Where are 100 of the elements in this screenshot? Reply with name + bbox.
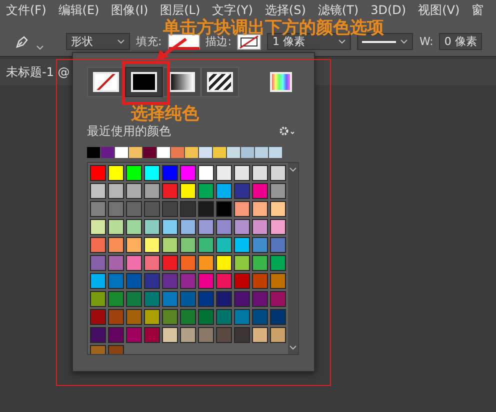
color-swatch[interactable] xyxy=(234,291,250,307)
color-swatch[interactable] xyxy=(108,201,124,217)
recent-swatch[interactable] xyxy=(255,147,268,158)
color-swatch[interactable] xyxy=(198,165,214,181)
color-swatch[interactable] xyxy=(252,327,268,343)
color-swatch[interactable] xyxy=(198,201,214,217)
color-swatch[interactable] xyxy=(216,273,232,289)
color-swatch[interactable] xyxy=(252,291,268,307)
recent-swatch[interactable] xyxy=(199,147,212,158)
recent-swatch[interactable] xyxy=(157,147,170,158)
color-swatch[interactable] xyxy=(108,327,124,343)
gear-icon[interactable] xyxy=(279,126,295,136)
stroke-swatch[interactable] xyxy=(237,34,262,50)
shape-mode-dropdown[interactable]: 形状 xyxy=(66,33,130,50)
color-swatch[interactable] xyxy=(198,291,214,307)
recent-swatch[interactable] xyxy=(227,147,240,158)
color-swatch[interactable] xyxy=(108,255,124,271)
recent-swatch[interactable] xyxy=(213,147,226,158)
color-swatch[interactable] xyxy=(252,165,268,181)
color-swatch[interactable] xyxy=(180,183,196,199)
color-swatch[interactable] xyxy=(108,309,124,325)
color-swatch[interactable] xyxy=(162,327,178,343)
recent-swatch[interactable] xyxy=(241,147,254,158)
color-swatch[interactable] xyxy=(198,255,214,271)
color-swatch[interactable] xyxy=(270,255,286,271)
document-tab[interactable]: 未标题-1 @ xyxy=(6,64,70,80)
color-swatch[interactable] xyxy=(126,201,142,217)
color-swatch[interactable] xyxy=(90,273,106,289)
color-swatch[interactable] xyxy=(90,201,106,217)
color-swatch[interactable] xyxy=(126,327,142,343)
color-swatch[interactable] xyxy=(180,255,196,271)
color-swatch[interactable] xyxy=(180,291,196,307)
color-swatch[interactable] xyxy=(216,237,232,253)
color-swatch[interactable] xyxy=(126,273,142,289)
color-swatch[interactable] xyxy=(144,291,160,307)
color-swatch[interactable] xyxy=(198,309,214,325)
color-swatch[interactable] xyxy=(252,183,268,199)
color-swatch[interactable] xyxy=(198,183,214,199)
menu-item[interactable]: 图层(L) xyxy=(160,4,200,16)
recent-swatch[interactable] xyxy=(143,147,156,158)
fill-type-button[interactable] xyxy=(125,67,163,97)
color-swatch[interactable] xyxy=(252,201,268,217)
color-swatch[interactable] xyxy=(234,183,250,199)
color-swatch[interactable] xyxy=(90,255,106,271)
color-swatch[interactable] xyxy=(162,201,178,217)
color-swatch[interactable] xyxy=(216,201,232,217)
color-swatch[interactable] xyxy=(90,291,106,307)
color-swatch[interactable] xyxy=(270,219,286,235)
color-swatch[interactable] xyxy=(198,327,214,343)
color-swatch[interactable] xyxy=(108,273,124,289)
color-swatch[interactable] xyxy=(270,273,286,289)
color-swatch[interactable] xyxy=(234,255,250,271)
color-swatch[interactable] xyxy=(90,327,106,343)
color-swatch[interactable] xyxy=(126,219,142,235)
color-swatch[interactable] xyxy=(198,273,214,289)
menu-item[interactable]: 编辑(E) xyxy=(58,4,100,16)
color-swatch[interactable] xyxy=(180,219,196,235)
menu-item[interactable]: 3D(D) xyxy=(370,4,406,16)
color-swatch[interactable] xyxy=(180,165,196,181)
scrollbar[interactable] xyxy=(288,163,298,354)
color-swatch[interactable] xyxy=(216,327,232,343)
color-swatch[interactable] xyxy=(216,183,232,199)
color-swatch[interactable] xyxy=(234,201,250,217)
color-swatch[interactable] xyxy=(216,255,232,271)
color-swatch[interactable] xyxy=(162,273,178,289)
color-swatch[interactable] xyxy=(162,309,178,325)
color-swatch[interactable] xyxy=(162,237,178,253)
color-swatch[interactable] xyxy=(144,255,160,271)
color-swatch[interactable] xyxy=(90,165,106,181)
menu-item[interactable]: 选择(S) xyxy=(264,4,306,16)
color-swatch[interactable] xyxy=(270,165,286,181)
color-swatch[interactable] xyxy=(126,291,142,307)
color-swatch[interactable] xyxy=(180,309,196,325)
color-swatch[interactable] xyxy=(216,165,232,181)
width-field[interactable]: 0 像素 xyxy=(439,33,482,50)
color-swatch[interactable] xyxy=(144,237,160,253)
color-swatch[interactable] xyxy=(180,201,196,217)
color-swatch[interactable] xyxy=(144,273,160,289)
color-swatch[interactable] xyxy=(216,219,232,235)
color-swatch[interactable] xyxy=(252,237,268,253)
color-swatch[interactable] xyxy=(252,309,268,325)
color-swatch[interactable] xyxy=(90,309,106,325)
color-swatch[interactable] xyxy=(108,183,124,199)
color-swatch[interactable] xyxy=(252,255,268,271)
color-swatch[interactable] xyxy=(234,309,250,325)
color-swatch[interactable] xyxy=(162,183,178,199)
color-swatch[interactable] xyxy=(144,165,160,181)
recent-swatch[interactable] xyxy=(129,147,142,158)
color-swatch[interactable] xyxy=(198,237,214,253)
menu-item[interactable]: 视图(V) xyxy=(418,4,460,16)
color-swatch[interactable] xyxy=(126,237,142,253)
color-swatch[interactable] xyxy=(108,219,124,235)
color-swatch[interactable] xyxy=(234,273,250,289)
color-swatch[interactable] xyxy=(144,201,160,217)
fill-type-button[interactable] xyxy=(163,67,201,97)
color-swatch[interactable] xyxy=(216,309,232,325)
recent-swatch[interactable] xyxy=(87,147,100,158)
color-swatch[interactable] xyxy=(126,255,142,271)
color-swatch[interactable] xyxy=(108,291,124,307)
color-swatch[interactable] xyxy=(162,255,178,271)
